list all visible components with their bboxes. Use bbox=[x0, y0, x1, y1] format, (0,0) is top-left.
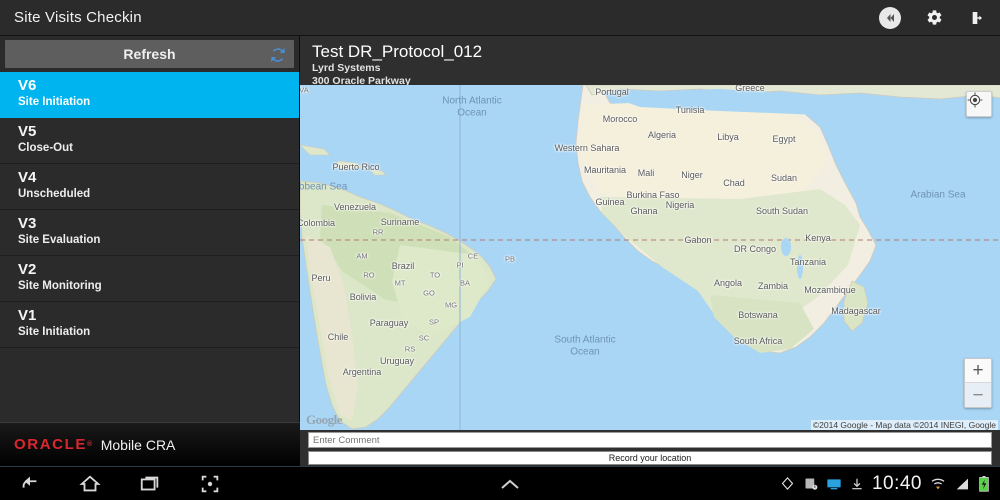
oracle-logo: ORACLE bbox=[14, 436, 87, 453]
protocol-header: Test DR_Protocol_012 Lyrd Systems 300 Or… bbox=[300, 36, 1000, 87]
oracle-trademark: ® bbox=[86, 441, 94, 448]
visit-type: Site Evaluation bbox=[18, 234, 101, 246]
sdcard-icon[interactable] bbox=[803, 476, 818, 491]
checkin-form: Record your location Refresh your locati… bbox=[300, 430, 1000, 496]
map-canvas bbox=[300, 85, 1000, 430]
gear-icon bbox=[927, 10, 941, 25]
my-location-button[interactable] bbox=[966, 91, 992, 117]
android-navigation-bar: 10:40 bbox=[0, 466, 1000, 500]
rewind-back-icon bbox=[879, 6, 901, 29]
app-root: Site Visits Checkin Refresh V6 Site Init… bbox=[0, 0, 1000, 500]
product-name: Mobile CRA bbox=[100, 436, 176, 453]
logout-icon bbox=[972, 11, 982, 24]
wifi-icon[interactable] bbox=[930, 476, 946, 492]
visit-item-v3[interactable]: V3 Site Evaluation bbox=[0, 210, 299, 256]
refresh-button[interactable]: Refresh bbox=[4, 39, 295, 69]
visit-item-v1[interactable]: V1 Site Initiation bbox=[0, 302, 299, 348]
oracle-branding: ORACLE ® Mobile CRA bbox=[0, 422, 300, 466]
visit-item-v6[interactable]: V6 Site Initiation bbox=[0, 72, 299, 118]
refresh-icon bbox=[268, 45, 288, 70]
battery-icon[interactable] bbox=[978, 475, 990, 492]
my-location-icon bbox=[967, 92, 983, 108]
visit-code: V4 bbox=[18, 169, 37, 186]
rotation-lock-icon[interactable] bbox=[780, 476, 795, 491]
back-button[interactable] bbox=[868, 0, 912, 36]
record-location-button[interactable]: Record your location bbox=[308, 451, 992, 465]
sidebar: Refresh V6 Site Initiation V5 Close-Out … bbox=[0, 36, 300, 466]
comment-input[interactable] bbox=[308, 432, 992, 448]
android-recents-icon[interactable] bbox=[139, 473, 161, 495]
android-home-icon[interactable] bbox=[79, 473, 101, 495]
page-title: Site Visits Checkin bbox=[14, 9, 142, 26]
signal-icon[interactable] bbox=[954, 476, 970, 492]
visit-type: Unscheduled bbox=[18, 188, 91, 200]
map-attribution: ©2014 Google - Map data ©2014 INEGI, Goo… bbox=[810, 420, 998, 430]
cast-icon[interactable] bbox=[826, 476, 842, 492]
chevron-up-icon bbox=[501, 479, 519, 489]
map-zoom-controls: + − bbox=[964, 358, 992, 408]
visit-item-v2[interactable]: V2 Site Monitoring bbox=[0, 256, 299, 302]
android-back-icon[interactable] bbox=[19, 473, 41, 495]
status-icons-group: 10:40 bbox=[780, 473, 1000, 495]
action-bar: Site Visits Checkin bbox=[0, 0, 1000, 36]
visit-code: V1 bbox=[18, 307, 37, 324]
android-screenshot-icon[interactable] bbox=[199, 473, 221, 495]
visit-code: V6 bbox=[18, 77, 37, 94]
visit-type: Site Monitoring bbox=[18, 280, 102, 292]
visit-item-v4[interactable]: V4 Unscheduled bbox=[0, 164, 299, 210]
detail-panel: Test DR_Protocol_012 Lyrd Systems 300 Or… bbox=[300, 36, 1000, 496]
zoom-out-button[interactable]: − bbox=[965, 383, 991, 407]
visit-item-v5[interactable]: V5 Close-Out bbox=[0, 118, 299, 164]
status-clock: 10:40 bbox=[871, 472, 922, 494]
map-view[interactable]: North Atlantic Ocean South Atlantic Ocea… bbox=[300, 85, 1000, 430]
expand-menu-button[interactable] bbox=[240, 477, 780, 491]
sponsor-name: Lyrd Systems bbox=[312, 62, 381, 74]
google-watermark: Google bbox=[306, 412, 343, 427]
visit-type: Site Initiation bbox=[18, 96, 91, 108]
visit-type: Site Initiation bbox=[18, 326, 91, 338]
refresh-button-label: Refresh bbox=[123, 46, 176, 62]
visit-code: V5 bbox=[18, 123, 37, 140]
logout-button[interactable] bbox=[956, 0, 1000, 36]
settings-button[interactable] bbox=[912, 0, 956, 36]
visit-list: V6 Site Initiation V5 Close-Out V4 Unsch… bbox=[0, 72, 299, 466]
protocol-title: Test DR_Protocol_012 bbox=[312, 42, 483, 61]
zoom-in-button[interactable]: + bbox=[965, 359, 991, 383]
visit-code: V2 bbox=[18, 261, 37, 278]
download-icon[interactable] bbox=[850, 477, 864, 491]
nav-buttons-group bbox=[0, 473, 240, 495]
visit-type: Close-Out bbox=[18, 142, 73, 154]
visit-code: V3 bbox=[18, 215, 37, 232]
